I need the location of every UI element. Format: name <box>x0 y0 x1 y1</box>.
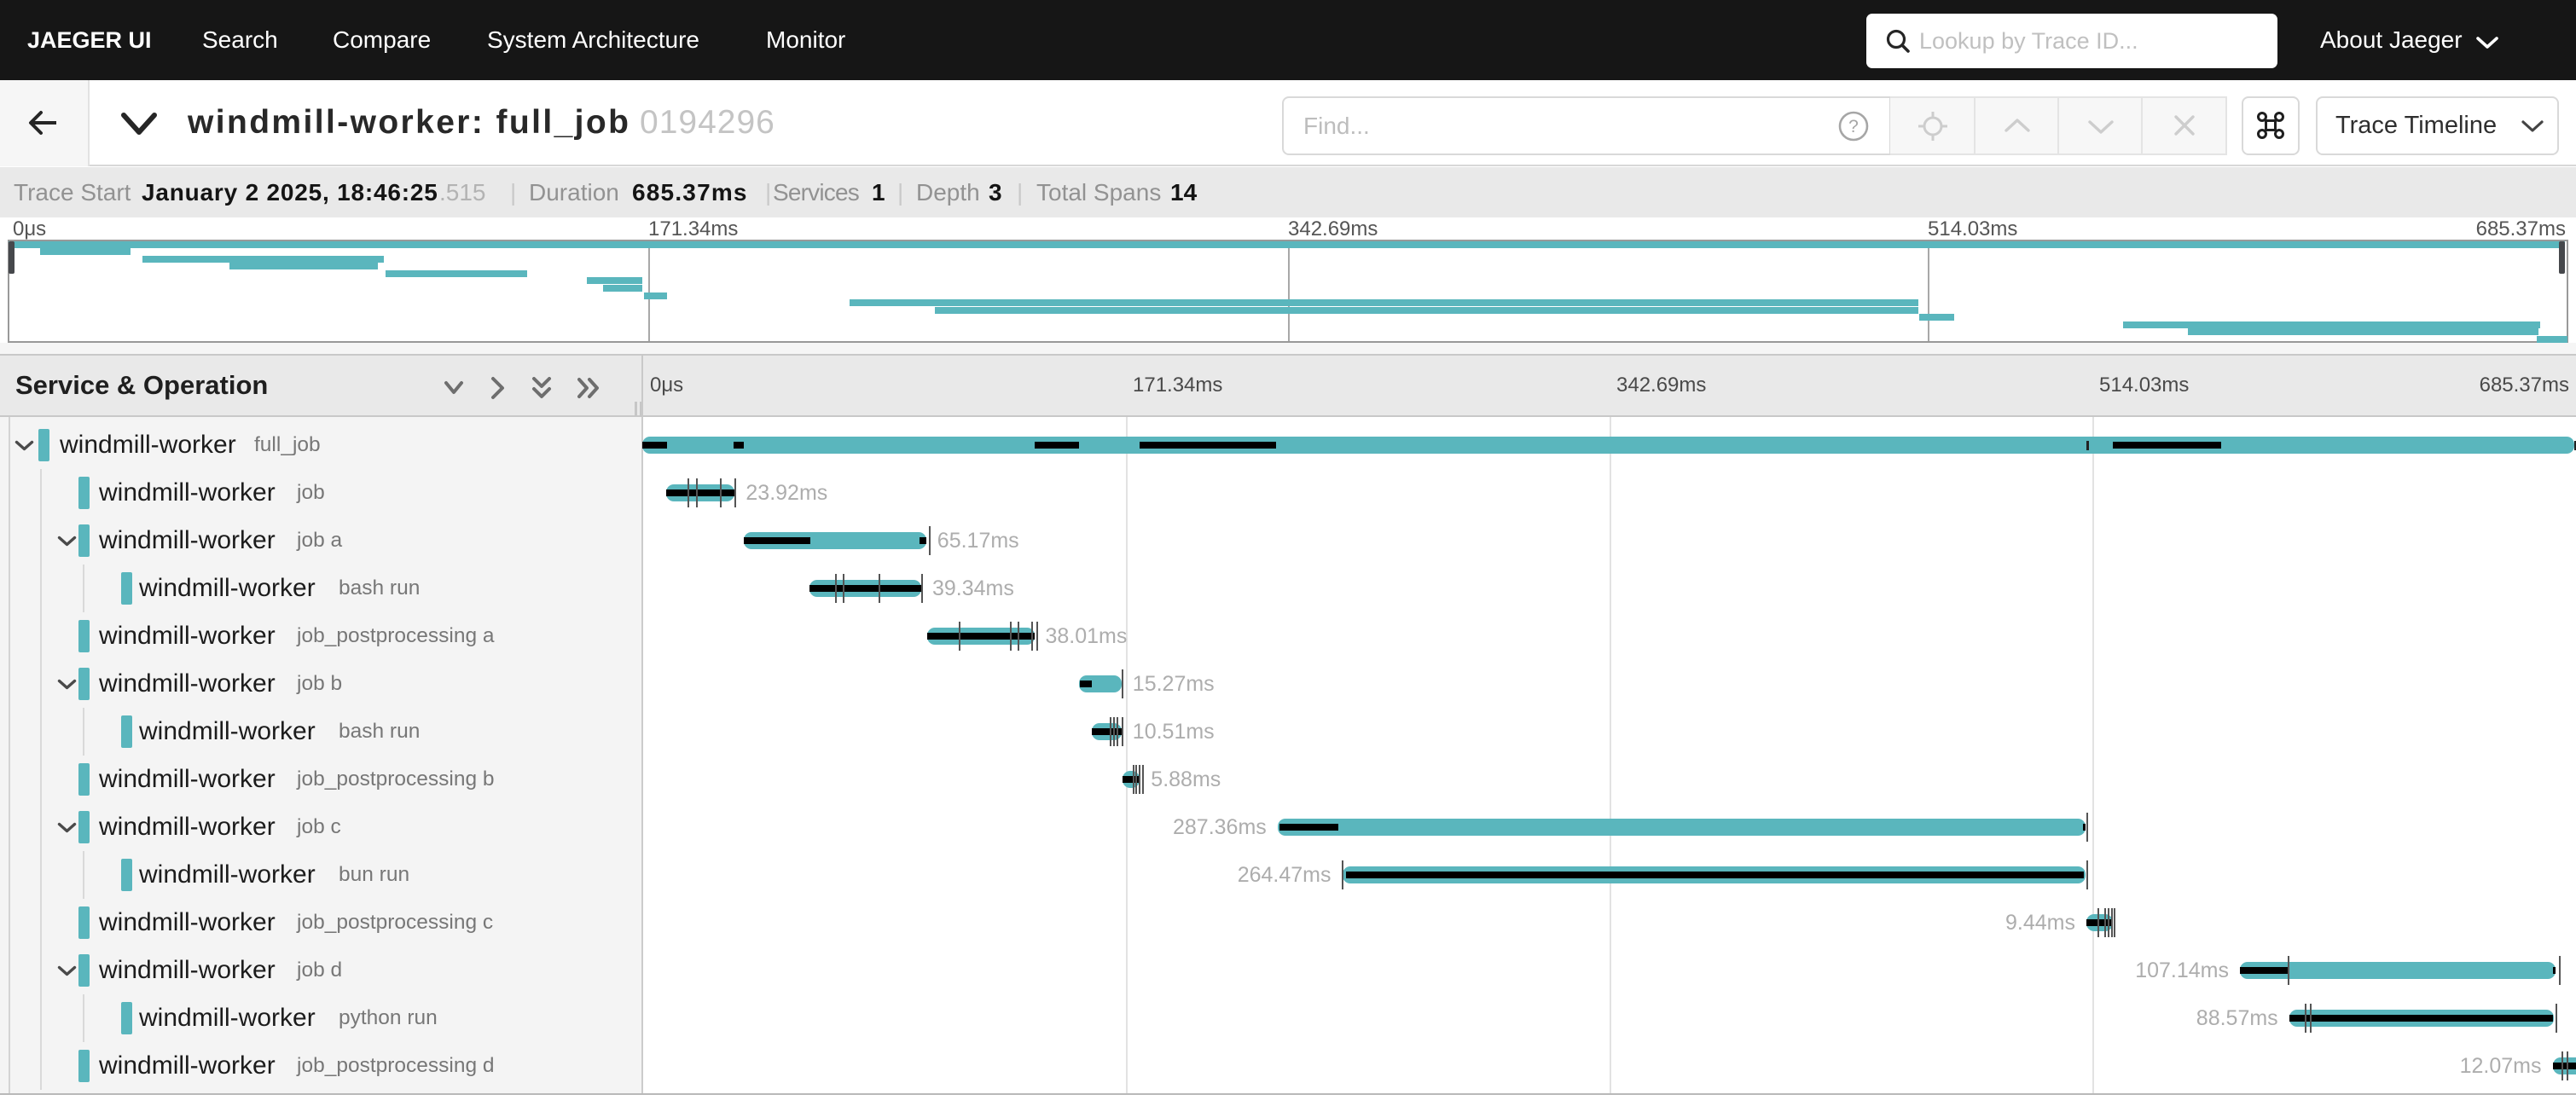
svg-text:?: ? <box>1848 117 1859 136</box>
